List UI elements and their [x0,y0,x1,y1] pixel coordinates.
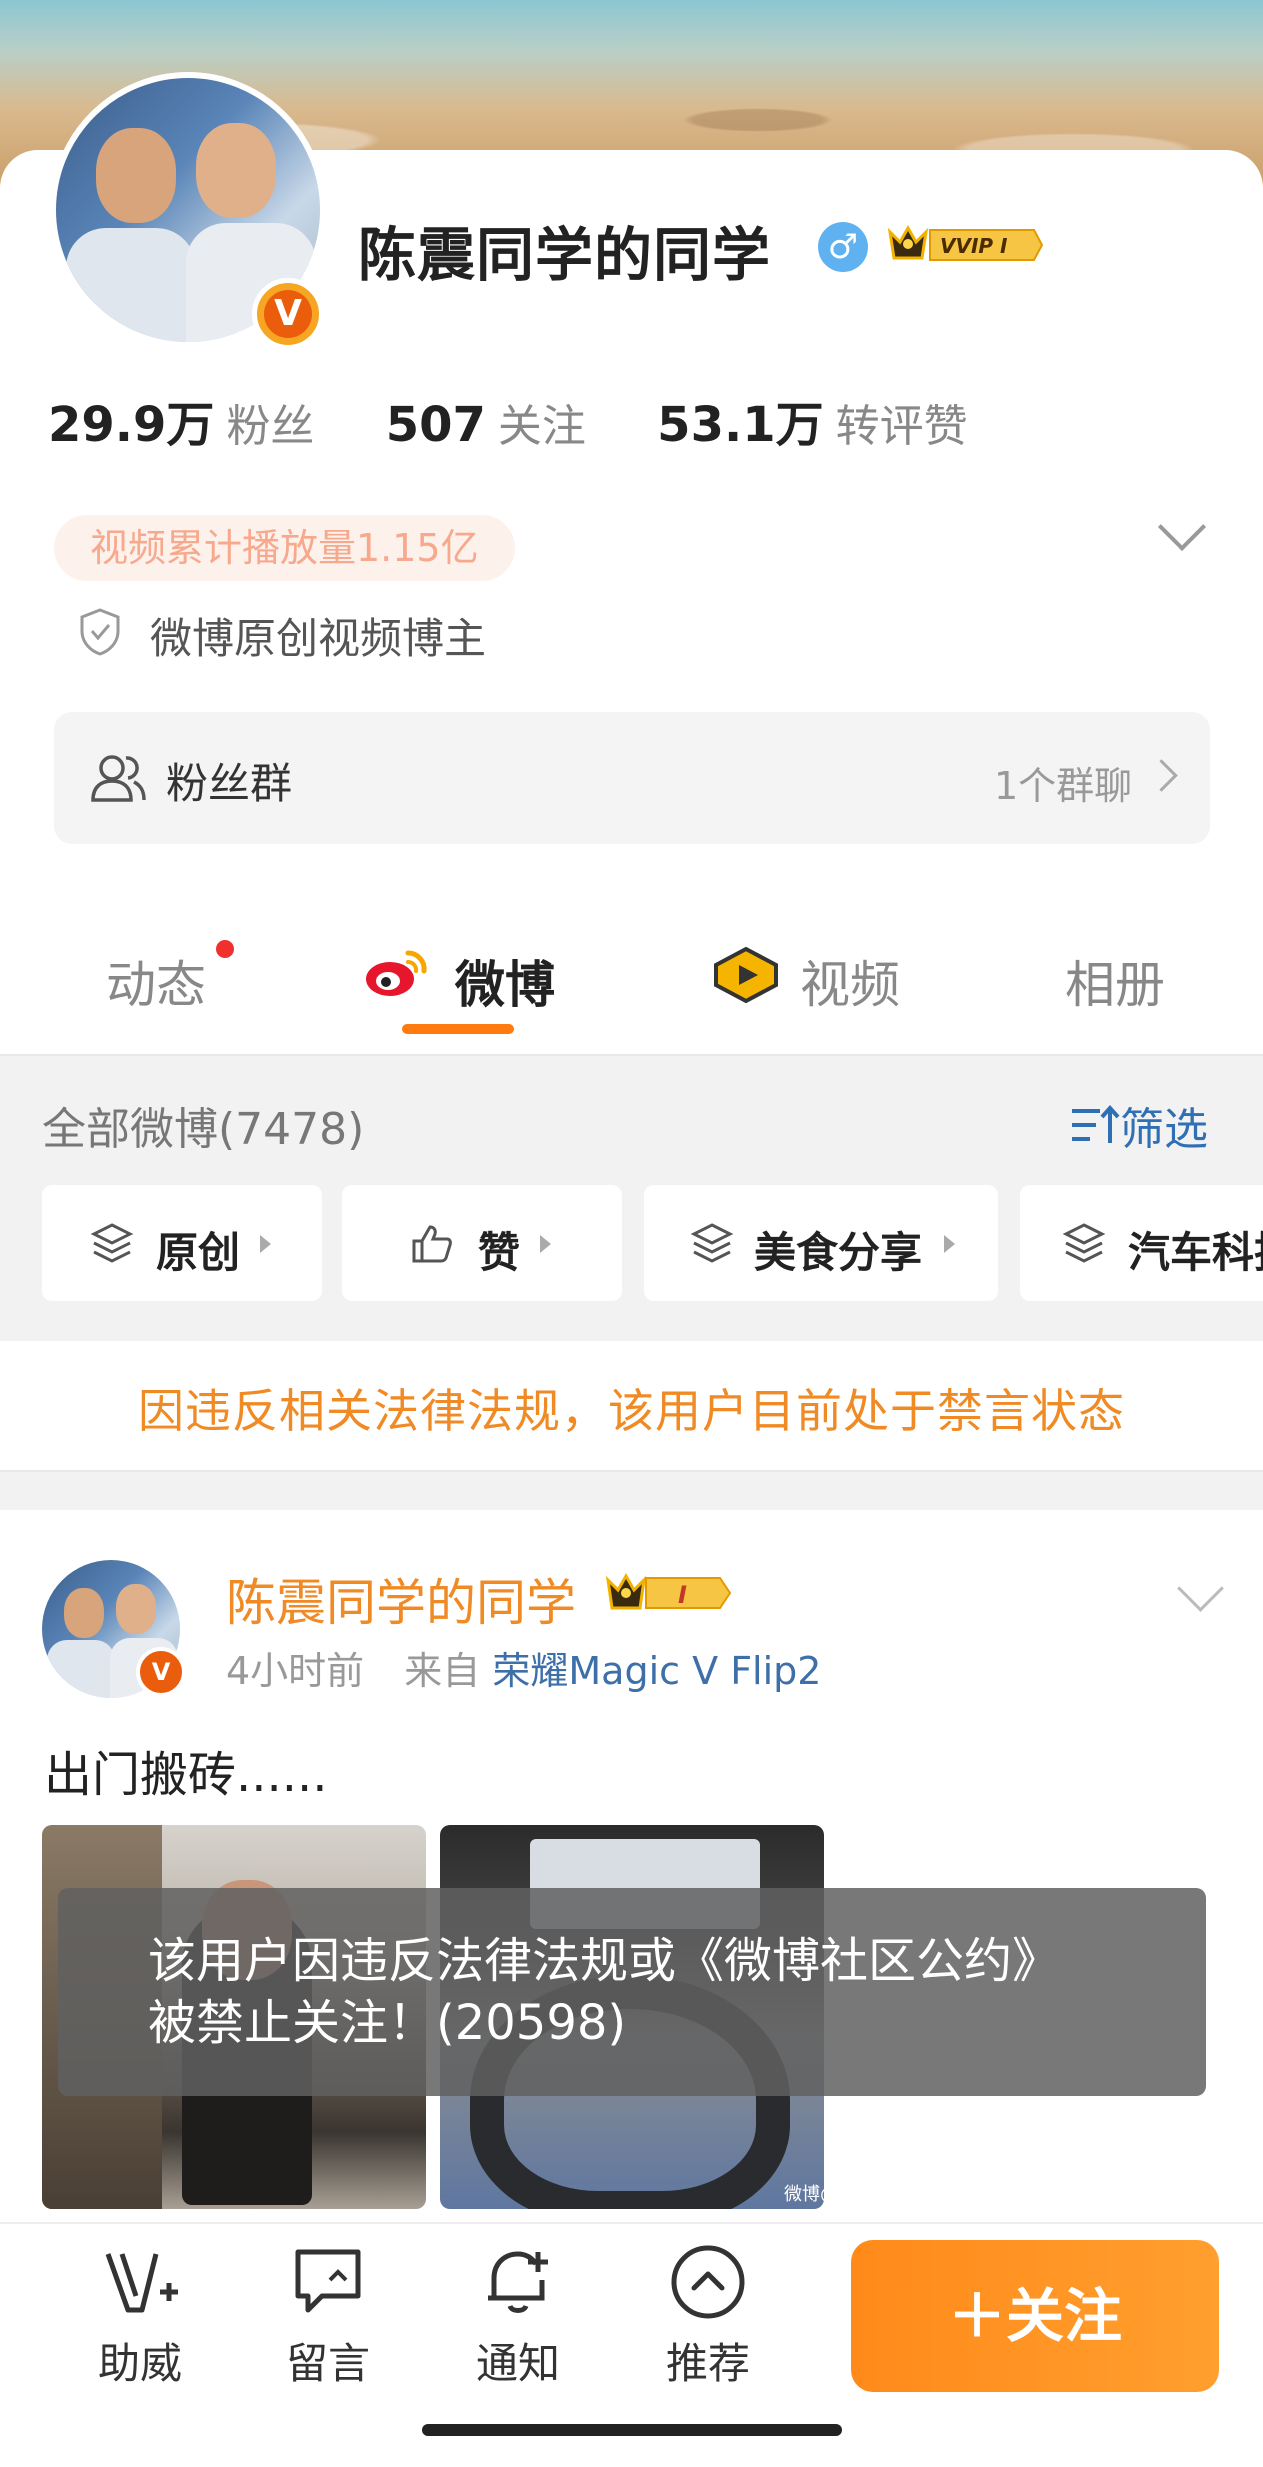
avatar-face-right [116,1584,156,1634]
male-gender-icon: ♂ [818,222,868,272]
profile-name: 陈震同学的同学 [358,221,772,289]
vip-crown-badge[interactable]: Ⅰ [604,1568,736,1618]
tab-weibo[interactable]: 微博 [455,945,555,1017]
cheer-button[interactable]: 助威 [80,2240,200,2391]
chip-original[interactable]: 原创 [42,1185,322,1301]
verified-mark: V [264,290,312,338]
chip-label: 汽车科技 [1128,1228,1263,1277]
stat-label: 粉丝 [226,401,315,452]
stat-interactions[interactable]: 53.1万 转评赞 [657,397,1023,453]
toast-message: 该用户因违反法律法规或《微博社区公约》被禁止关注！(20598) [148,1933,1061,2051]
bell-plus-icon [488,2251,548,2313]
avatar-face-left [64,1588,104,1638]
post-text: 出门搬砖...... [44,1747,328,1803]
nav-label: 推荐 [665,2339,750,2388]
avatar-figure-left [66,228,196,342]
nav-label: 留言 [285,2339,370,2388]
unread-dot [216,940,234,958]
recommend-button[interactable]: 推荐 [648,2240,768,2391]
chip-arrow-icon [260,1235,271,1253]
stat-following[interactable]: 507 关注 [386,397,642,453]
filter-button[interactable]: 筛选 [1068,1093,1208,1157]
avatar-face-right [196,123,276,218]
group-people-icon [91,755,146,802]
profile-stats: 29.9万 粉丝 507 关注 53.1万 转评赞 [48,385,1024,455]
verified-badge-icon: V [252,278,324,350]
chip-label: 原创 [156,1228,241,1277]
stat-value: 29.9万 [48,397,215,453]
stat-label: 转评赞 [835,401,968,452]
tab-video[interactable]: 视频 [800,945,900,1017]
post-verified-icon: V [136,1647,186,1697]
avatar-face-left [96,128,176,223]
chip-label: 美食分享 [754,1228,923,1277]
fan-group-label: 粉丝群 [166,759,293,808]
shield-check-icon [80,608,120,656]
weibo-logo-icon [366,950,427,996]
stat-value: 507 [385,397,486,453]
stat-value: 53.1万 [657,397,824,453]
chevron-up-circle-icon [671,2245,745,2319]
stat-followers[interactable]: 29.9万 粉丝 [48,397,370,453]
post-device-link[interactable]: 荣耀Magic V Flip2 [492,1649,821,1693]
stat-label: 关注 [497,401,586,452]
home-indicator[interactable] [422,2424,842,2436]
tab-dynamic[interactable]: 动态 [106,945,206,1017]
section-divider [0,1470,1263,1510]
chip-like[interactable]: 赞 [342,1185,622,1301]
filter-label: 筛选 [1120,1104,1208,1155]
post-badge-label: Ⅰ [678,1581,687,1609]
video-play-icon [714,946,778,1004]
notify-button[interactable]: 通知 [458,2240,578,2391]
message-icon [295,2249,361,2313]
message-button[interactable]: 留言 [268,2240,388,2391]
chip-arrow-icon [540,1235,551,1253]
filter-sort-icon [1072,1104,1120,1143]
certification-label: 微博原创视频博主 [150,614,487,663]
post-meta: 4小时前 来自 荣耀Magic V Flip2 [226,1640,821,1695]
mute-status-notice: 因违反相关法律法规，该用户目前处于禁言状态 [138,1384,1125,1438]
post-author-name[interactable]: 陈震同学的同学 [226,1563,576,1635]
layers-icon [1062,1223,1106,1263]
avatar-figure-left [47,1640,115,1698]
post-time: 4小时前 [226,1649,365,1693]
post-source-prefix: 来自 [404,1649,481,1693]
nav-label: 助威 [97,2339,182,2388]
active-tab-indicator [402,1024,514,1034]
chip-car-tech[interactable]: 汽车科技 [1020,1185,1263,1301]
fan-group-count: 1个群聊 [994,764,1133,808]
video-plays-pill[interactable]: 视频累计播放量1.15亿 [54,515,515,581]
vvip-crown-badge[interactable]: VVIP Ⅰ [886,222,1046,268]
layers-icon [690,1223,734,1263]
tab-album[interactable]: 相册 [1065,945,1165,1017]
all-weibo-count[interactable]: 全部微博(7478) [42,1093,364,1157]
chip-food-sharing[interactable]: 美食分享 [644,1185,998,1301]
vip-badge-label: VVIP Ⅰ [940,234,1008,258]
chip-arrow-icon [944,1235,955,1253]
thumb-up-icon [412,1225,452,1263]
cheer-icon [105,2253,178,2313]
follow-button[interactable]: ＋关注 [851,2240,1219,2392]
layers-icon [90,1223,134,1263]
nav-label: 通知 [475,2339,560,2388]
image-watermark: 微博@ [784,2184,838,2205]
chip-label: 赞 [478,1228,521,1277]
